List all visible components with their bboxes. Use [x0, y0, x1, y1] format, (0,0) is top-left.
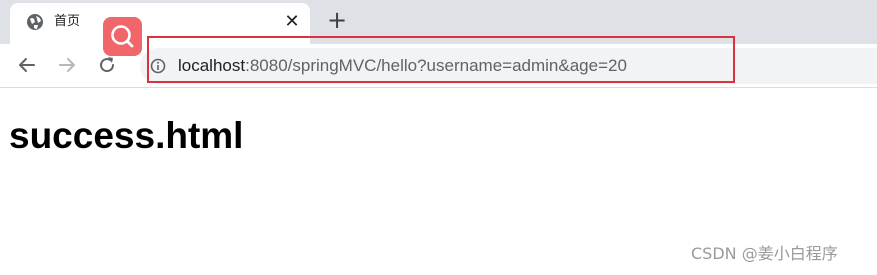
url-highlight-box	[147, 36, 735, 83]
watermark: CSDN @姜小白程序	[691, 244, 838, 263]
search-icon[interactable]	[103, 17, 142, 56]
arrow-left-icon[interactable]	[16, 54, 38, 76]
page-heading: success.html	[9, 115, 244, 156]
reload-icon[interactable]	[96, 54, 118, 76]
close-icon[interactable]: ✕	[282, 12, 302, 32]
plus-icon[interactable]: +	[326, 8, 348, 32]
tab-title: 首页	[54, 14, 81, 29]
globe-icon	[27, 14, 43, 30]
arrow-right-icon[interactable]	[56, 54, 78, 76]
